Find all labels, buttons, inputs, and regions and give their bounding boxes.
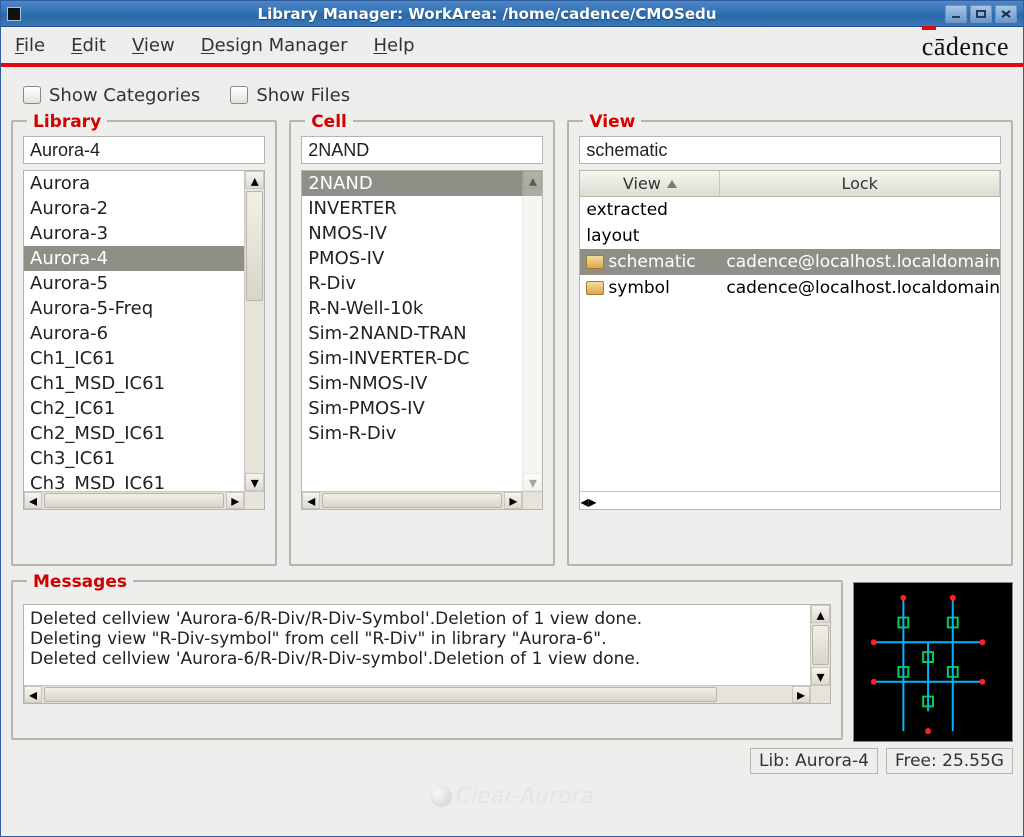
messages-panel: Messages Deleted cellview 'Aurora-6/R-Di… — [11, 580, 843, 740]
view-input[interactable] — [579, 136, 1001, 164]
main-panels: Library AuroraAurora-2Aurora-3Aurora-4Au… — [1, 114, 1023, 576]
lock-owner: cadence@localhost.localdomain — [720, 252, 1000, 272]
cell-item[interactable]: INVERTER — [302, 196, 542, 221]
vertical-scrollbar[interactable]: ▴▾ — [810, 605, 830, 685]
cell-input[interactable] — [301, 136, 543, 164]
col-lock-header[interactable]: Lock — [720, 171, 1000, 196]
library-item[interactable]: Aurora-5-Freq — [24, 296, 264, 321]
schematic-preview — [853, 582, 1013, 742]
status-lib: Lib: Aurora-4 — [750, 748, 878, 774]
message-line: Deleted cellview 'Aurora-6/R-Div/R-Div-s… — [30, 649, 824, 669]
library-item[interactable]: Aurora-6 — [24, 321, 264, 346]
view-row[interactable]: layout — [580, 223, 1000, 249]
cell-item[interactable]: PMOS-IV — [302, 246, 542, 271]
horizontal-scrollbar[interactable]: ◂▸ — [24, 685, 810, 703]
folder-icon — [586, 255, 604, 269]
maximize-button[interactable] — [970, 5, 992, 23]
scroll-down-icon[interactable]: ▾ — [245, 473, 264, 491]
view-legend: View — [583, 112, 641, 132]
library-input[interactable] — [23, 136, 265, 164]
library-legend: Library — [27, 112, 107, 132]
library-item[interactable]: Ch2_IC61 — [24, 396, 264, 421]
messages-textbox[interactable]: Deleted cellview 'Aurora-6/R-Div/R-Div-S… — [23, 604, 831, 704]
library-item[interactable]: Ch3_IC61 — [24, 446, 264, 471]
schematic-thumbnail-icon — [854, 583, 1012, 741]
show-files-checkbox[interactable]: Show Files — [230, 85, 350, 106]
view-panel: View View Lock extracted layout schematic c… — [567, 120, 1013, 566]
horizontal-scrollbar[interactable]: ◂▸ — [580, 491, 1000, 509]
options-row: Show Categories Show Files — [1, 67, 1023, 114]
window-title: Library Manager: WorkArea: /home/cadence… — [29, 5, 945, 23]
menubar: File Edit View Design Manager Help cāden… — [1, 27, 1023, 67]
message-line: Deleted cellview 'Aurora-6/R-Div/R-Div-S… — [30, 609, 824, 629]
view-name: symbol — [608, 278, 669, 298]
messages-legend: Messages — [27, 572, 133, 592]
show-categories-checkbox[interactable]: Show Categories — [23, 85, 200, 106]
horizontal-scrollbar[interactable]: ◂ ▸ — [24, 491, 244, 509]
library-item[interactable]: Aurora — [24, 171, 264, 196]
status-bar: Lib: Aurora-4 Free: 25.55G — [1, 746, 1023, 776]
minimize-button[interactable] — [945, 5, 967, 23]
library-item[interactable]: Aurora-5 — [24, 271, 264, 296]
cell-item[interactable]: Sim-2NAND-TRAN — [302, 321, 542, 346]
cell-item[interactable]: R-Div — [302, 271, 542, 296]
menu-design-manager[interactable]: Design Manager — [201, 35, 348, 56]
folder-icon — [586, 281, 604, 295]
view-name: extracted — [586, 200, 668, 220]
vertical-scrollbar[interactable]: ▴▾ — [522, 171, 542, 491]
brand-logo: cādence — [922, 32, 1009, 62]
library-manager-window: Library Manager: WorkArea: /home/cadence… — [0, 0, 1024, 837]
cell-panel: Cell 2NANDINVERTERNMOS-IVPMOS-IVR-DivR-N… — [289, 120, 555, 566]
library-item[interactable]: Aurora-2 — [24, 196, 264, 221]
cell-item[interactable]: Sim-R-Div — [302, 421, 542, 446]
horizontal-scrollbar[interactable]: ◂▸ — [302, 491, 522, 509]
library-listbox[interactable]: AuroraAurora-2Aurora-3Aurora-4Aurora-5Au… — [23, 170, 265, 510]
cell-item[interactable]: Sim-NMOS-IV — [302, 371, 542, 396]
menu-view[interactable]: View — [132, 35, 175, 56]
menu-help[interactable]: Help — [374, 35, 415, 56]
checkbox-icon — [230, 86, 248, 104]
sort-asc-icon — [667, 180, 677, 188]
view-row[interactable]: schematic cadence@localhost.localdomain — [580, 249, 1000, 275]
cell-item[interactable]: Sim-PMOS-IV — [302, 396, 542, 421]
col-view-header[interactable]: View — [580, 171, 720, 196]
cell-listbox[interactable]: 2NANDINVERTERNMOS-IVPMOS-IVR-DivR-N-Well… — [301, 170, 543, 510]
window-buttons — [945, 5, 1017, 23]
view-table[interactable]: View Lock extracted layout schematic cadenc… — [579, 170, 1001, 510]
close-button[interactable] — [995, 5, 1017, 23]
titlebar[interactable]: Library Manager: WorkArea: /home/cadence… — [1, 1, 1023, 27]
vertical-scrollbar[interactable]: ▴ ▾ — [244, 171, 264, 491]
status-free: Free: 25.55G — [886, 748, 1013, 774]
app-icon — [7, 7, 21, 21]
library-item[interactable]: Ch1_IC61 — [24, 346, 264, 371]
scroll-left-icon[interactable]: ◂ — [24, 492, 42, 509]
cell-item[interactable]: 2NAND — [302, 171, 542, 196]
cell-item[interactable]: NMOS-IV — [302, 221, 542, 246]
library-item[interactable]: Ch1_MSD_IC61 — [24, 371, 264, 396]
view-name: schematic — [608, 252, 695, 272]
message-line: Deleting view "R-Div-symbol" from cell "… — [30, 629, 824, 649]
view-row[interactable]: symbol cadence@localhost.localdomain — [580, 275, 1000, 301]
cell-item[interactable]: Sim-INVERTER-DC — [302, 346, 542, 371]
menu-file[interactable]: File — [15, 35, 45, 56]
cell-item[interactable]: R-N-Well-10k — [302, 296, 542, 321]
lock-owner: cadence@localhost.localdomain — [720, 278, 1000, 298]
scroll-right-icon[interactable]: ▸ — [226, 492, 244, 509]
library-panel: Library AuroraAurora-2Aurora-3Aurora-4Au… — [11, 120, 277, 566]
scroll-thumb[interactable] — [246, 191, 263, 301]
messages-area: Messages Deleted cellview 'Aurora-6/R-Di… — [1, 576, 1023, 746]
library-item[interactable]: Aurora-3 — [24, 221, 264, 246]
scroll-corner — [244, 491, 264, 509]
checkbox-icon — [23, 86, 41, 104]
scroll-hthumb[interactable] — [44, 493, 224, 508]
view-row[interactable]: extracted — [580, 197, 1000, 223]
menu-edit[interactable]: Edit — [71, 35, 106, 56]
cell-legend: Cell — [305, 112, 353, 132]
library-item[interactable]: Aurora-4 — [24, 246, 264, 271]
scroll-up-icon[interactable]: ▴ — [245, 171, 264, 189]
view-table-header[interactable]: View Lock — [580, 171, 1000, 197]
view-name: layout — [586, 226, 639, 246]
library-item[interactable]: Ch2_MSD_IC61 — [24, 421, 264, 446]
